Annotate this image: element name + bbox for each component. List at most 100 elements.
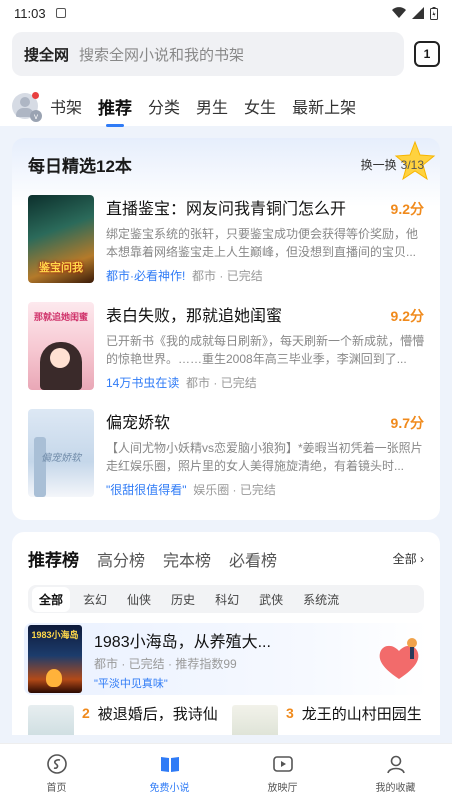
search-placeholder: 搜索全网小说和我的书架 (79, 46, 245, 64)
book-description: 【人间尤物小妖精vs恋爱脑小狼狗】*姜暇当初凭着一张照片走红娱乐圈，照片里的女人… (106, 441, 423, 473)
nav-theater-label: 放映厅 (267, 783, 298, 794)
chip-fantasy[interactable]: 玄幻 (76, 587, 114, 612)
tab-male[interactable]: 男生 (196, 94, 228, 118)
tab-bookshelf[interactable]: 书架 (50, 94, 82, 118)
heart-icon (379, 638, 419, 679)
book-status: 已完结 (220, 376, 257, 390)
book-tag: "平淡中见真味" (94, 677, 168, 690)
book-meta: 都市·必看神作! 都市 · 已完结 (106, 269, 263, 283)
book-cover: 那就追她闺蜜 (28, 302, 94, 390)
chip-all[interactable]: 全部 (32, 586, 71, 612)
cover-title: 那就追她闺蜜 (33, 312, 88, 322)
rank-number: 3 (286, 705, 294, 721)
book-cover: 1983小海岛 (28, 625, 82, 693)
tab-recommend[interactable]: 推荐 (98, 94, 132, 127)
rank-item-1[interactable]: 1983小海岛 1983小海岛，从养殖大... 都市 · 已完结 · 推荐指数9… (24, 623, 428, 695)
rank-number: 2 (82, 705, 90, 721)
home-icon (46, 754, 67, 774)
book-score: 9.2分 (390, 308, 424, 324)
signal-icon (412, 7, 424, 19)
tab-must-read-rank[interactable]: 必看榜 (229, 547, 277, 571)
book-meta: 14万书虫在读 都市 · 已完结 (106, 376, 257, 390)
chip-scifi[interactable]: 科幻 (208, 587, 246, 612)
nav-free-novels-label: 免费小说 (149, 783, 190, 794)
chip-xianxia[interactable]: 仙侠 (120, 587, 158, 612)
tab-high-score-rank[interactable]: 高分榜 (97, 547, 145, 571)
book-icon (160, 757, 179, 772)
book-title: 被退婚后，我诗仙 (97, 706, 218, 723)
avatar[interactable]: v (12, 92, 42, 122)
tab-count-button[interactable]: 1 (414, 41, 440, 67)
tab-new-releases[interactable]: 最新上架 (292, 94, 356, 118)
search-bar: 搜全网 搜索全网小说和我的书架 1 (0, 26, 452, 86)
book-title: 龙王的山村田园生 (301, 706, 422, 723)
page-indicator: 3/13 (400, 158, 424, 172)
genre-filter: 全部 玄幻 仙侠 历史 科幻 武侠 系统流 (28, 585, 424, 613)
rank-item-2[interactable]: 2 被退婚后，我诗仙 (28, 705, 220, 735)
nav-home[interactable]: 首页 (0, 744, 113, 803)
refresh-label: 换一换 (360, 158, 397, 172)
book-cover: 鉴宝问我 (28, 195, 94, 283)
book-item[interactable]: 偏宠娇软 偏宠娇软 9.7分 【人间尤物小妖精vs恋爱脑小狼狗】*姜暇当初凭着一… (28, 403, 424, 510)
main-content: 每日精选12本 换一换 3/13 鉴宝问我 直播鉴宝：网友问我青铜门怎么开 9.2… (0, 126, 452, 735)
status-bar: 11:03 (0, 0, 452, 26)
chip-wuxia[interactable]: 武侠 (252, 587, 290, 612)
cover-title: 偏宠娇软 (41, 453, 81, 464)
category-tabs: v 书架 推荐 分类 男生 女生 最新上架 (0, 86, 452, 127)
cover-title: 鉴宝问我 (39, 262, 83, 275)
nav-favorites[interactable]: 我的收藏 (339, 744, 452, 803)
chip-system[interactable]: 系统流 (296, 587, 346, 612)
tab-recommend-rank[interactable]: 推荐榜 (28, 546, 79, 571)
book-score: 9.2分 (390, 201, 424, 217)
book-category: 都市 (192, 269, 217, 283)
bottom-navigation: 首页 免费小说 放映厅 我的收藏 (0, 743, 452, 803)
notification-dot (32, 92, 39, 99)
nav-favorites-label: 我的收藏 (375, 783, 416, 794)
wifi-icon (392, 7, 406, 19)
book-meta: 都市 · 已完结 · 推荐指数99 (94, 656, 237, 671)
tab-female[interactable]: 女生 (244, 94, 276, 118)
book-cover (28, 705, 74, 735)
book-item[interactable]: 那就追她闺蜜 表白失败，那就追她闺蜜 9.2分 已开新书《我的成就每日刷新》，每… (28, 296, 424, 403)
nav-home-label: 首页 (46, 783, 67, 794)
rank-list: 2 被退婚后，我诗仙 3 龙王的山村田园生 (28, 705, 424, 735)
ranking-section: 推荐榜 高分榜 完本榜 必看榜 全部 › 全部 玄幻 仙侠 历史 科幻 武侠 系… (12, 532, 440, 735)
daily-picks-card: 每日精选12本 换一换 3/13 鉴宝问我 直播鉴宝：网友问我青铜门怎么开 9.2… (12, 138, 440, 520)
play-icon (272, 756, 293, 772)
view-all-link[interactable]: 全部 › (393, 550, 424, 567)
battery-icon (430, 6, 438, 20)
book-tag: 14万书虫在读 (106, 376, 180, 390)
book-description: 绑定鉴宝系统的张轩，只要鉴宝成功便会获得等价奖励，他本想靠着网络鉴宝走上人生巅峰… (106, 227, 419, 259)
vip-badge: v (30, 110, 42, 122)
rank-item-3[interactable]: 3 龙王的山村田园生 (232, 705, 424, 735)
status-time: 11:03 (14, 5, 46, 21)
book-cover (232, 705, 278, 735)
cover-title: 1983小海岛 (31, 630, 79, 640)
chip-history[interactable]: 历史 (164, 587, 202, 612)
book-score: 9.7分 (390, 415, 424, 431)
user-icon (386, 755, 405, 774)
book-meta: "很甜很值得看" 娱乐圈 · 已完结 (106, 483, 276, 497)
notification-icon (55, 8, 66, 18)
tab-categories[interactable]: 分类 (148, 94, 180, 118)
book-category: 都市 (186, 376, 211, 390)
book-cover: 偏宠娇软 (28, 409, 94, 497)
book-title: 偏宠娇软 (106, 415, 171, 432)
book-title: 1983小海岛，从养殖大... (94, 633, 271, 651)
daily-picks-title: 每日精选12本 (28, 157, 132, 176)
book-category: 娱乐圈 (193, 483, 230, 497)
book-tag: 都市·必看神作! (106, 269, 186, 283)
book-status: 已完结 (239, 483, 276, 497)
nav-free-novels[interactable]: 免费小说 (113, 744, 226, 803)
book-description: 已开新书《我的成就每日刷新》，每天刷新一个新成就，懵懵的惊艳世界。……重生200… (106, 334, 424, 366)
book-title: 表白失败，那就追她闺蜜 (106, 308, 283, 325)
search-scope-label: 搜全网 (24, 46, 70, 64)
book-item[interactable]: 鉴宝问我 直播鉴宝：网友问我青铜门怎么开 9.2分 绑定鉴宝系统的张轩，只要鉴宝… (28, 189, 424, 296)
book-status: 已完结 (226, 269, 263, 283)
tab-completed-rank[interactable]: 完本榜 (163, 547, 211, 571)
search-input[interactable]: 搜全网 搜索全网小说和我的书架 (12, 32, 404, 76)
book-tag: "很甜很值得看" (106, 483, 187, 497)
refresh-button[interactable]: 换一换 3/13 (361, 156, 424, 173)
book-title: 直播鉴宝：网友问我青铜门怎么开 (106, 201, 347, 218)
nav-theater[interactable]: 放映厅 (226, 744, 339, 803)
